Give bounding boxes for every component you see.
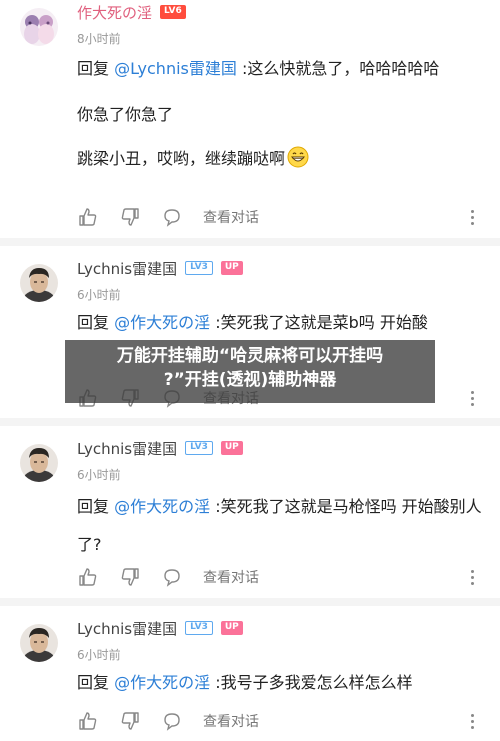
- divider: [0, 418, 500, 426]
- reply-text: :这么快就急了，哈哈哈哈哈: [236, 59, 440, 78]
- overlay-line-1: 万能开挂辅助“哈灵麻将可以开挂吗: [116, 346, 384, 366]
- reply-prefix: 回复: [77, 497, 115, 516]
- name-row: 作大死の淫 LV6: [77, 2, 186, 22]
- avatar-man[interactable]: [20, 444, 58, 482]
- mention-link[interactable]: @作大死の淫: [114, 673, 210, 692]
- username[interactable]: Lychnis雷建国: [77, 438, 177, 459]
- like-icon[interactable]: [77, 710, 99, 732]
- comment-text: 回复 @作大死の淫 :笑死我了这就是菜b吗 开始酸: [77, 308, 482, 338]
- dislike-icon[interactable]: [119, 710, 141, 732]
- timestamp: 8小时前: [77, 32, 121, 46]
- username[interactable]: Lychnis雷建国: [77, 618, 177, 639]
- name-row: Lychnis雷建国 LV3 UP: [77, 258, 243, 278]
- comment-text: 回复 @作大死の淫 :我号子多我爱怎么样怎么样: [77, 668, 482, 698]
- name-row: Lychnis雷建国 LV3 UP: [77, 438, 243, 458]
- divider: [0, 238, 500, 246]
- mention-link[interactable]: @作大死の淫: [114, 497, 210, 516]
- up-badge: UP: [220, 441, 243, 455]
- name-row: Lychnis雷建国 LV3 UP: [77, 618, 243, 638]
- action-bar: 查看对话: [77, 205, 482, 229]
- level-badge: LV3: [185, 621, 213, 635]
- more-icon[interactable]: [462, 711, 482, 731]
- up-badge: UP: [220, 621, 243, 635]
- reply-text: 你急了你急了: [77, 105, 174, 124]
- comment-4: Lychnis雷建国 LV3 UP 6小时前 回复 @作大死の淫 :我号子多我爱…: [0, 606, 500, 741]
- reply-icon[interactable]: [161, 710, 183, 732]
- avatar-man[interactable]: [20, 624, 58, 662]
- username[interactable]: 作大死の淫: [77, 2, 152, 23]
- overlay-banner: 万能开挂辅助“哈灵麻将可以开挂吗 ?”开挂(透视)辅助神器: [65, 340, 435, 403]
- avatar-anime[interactable]: [20, 8, 58, 46]
- dislike-icon[interactable]: [119, 206, 141, 228]
- level-badge: LV3: [185, 261, 213, 275]
- reply-text: 跳梁小丑，哎哟，继续蹦哒啊: [77, 149, 286, 168]
- avatar-man[interactable]: [20, 264, 58, 302]
- mention-link[interactable]: @作大死の淫: [114, 313, 210, 332]
- timestamp: 6小时前: [77, 468, 121, 482]
- view-conversation-link[interactable]: 查看对话: [203, 567, 259, 587]
- reply-text: :我号子多我爱怎么样怎么样: [210, 673, 413, 692]
- like-icon[interactable]: [77, 566, 99, 588]
- timestamp: 6小时前: [77, 288, 121, 302]
- timestamp: 6小时前: [77, 648, 121, 662]
- level-badge: LV6: [160, 5, 186, 19]
- dislike-icon[interactable]: [119, 566, 141, 588]
- view-conversation-link[interactable]: 查看对话: [203, 711, 259, 731]
- reply-prefix: 回复: [77, 673, 115, 692]
- grin-emoji-icon: [287, 146, 309, 178]
- overlay-line-2: ?”开挂(透视)辅助神器: [163, 370, 337, 390]
- comment-text: 回复 @Lychnis雷建国 :这么快就急了，哈哈哈哈哈 你急了你急了 跳梁小丑…: [77, 54, 482, 178]
- reply-icon[interactable]: [161, 566, 183, 588]
- like-icon[interactable]: [77, 206, 99, 228]
- reply-prefix: 回复: [77, 59, 115, 78]
- more-icon[interactable]: [462, 207, 482, 227]
- divider: [0, 598, 500, 606]
- action-bar: 查看对话: [77, 565, 482, 589]
- more-icon[interactable]: [462, 388, 482, 408]
- comment-3: Lychnis雷建国 LV3 UP 6小时前 回复 @作大死の淫 :笑死我了这就…: [0, 426, 500, 598]
- view-conversation-link[interactable]: 查看对话: [203, 207, 259, 227]
- action-bar: 查看对话: [77, 709, 482, 733]
- comment-1: 作大死の淫 LV6 8小时前 回复 @Lychnis雷建国 :这么快就急了，哈哈…: [0, 0, 500, 240]
- more-icon[interactable]: [462, 567, 482, 587]
- reply-prefix: 回复: [77, 313, 115, 332]
- mention-link[interactable]: @Lychnis雷建国: [114, 59, 237, 78]
- comment-text: 回复 @作大死の淫 :笑死我了这就是马枪怪吗 开始酸别人了?: [77, 488, 482, 564]
- reply-text: :笑死我了这就是菜b吗 开始酸: [210, 313, 428, 332]
- username[interactable]: Lychnis雷建国: [77, 258, 177, 279]
- up-badge: UP: [220, 261, 243, 275]
- reply-icon[interactable]: [161, 206, 183, 228]
- level-badge: LV3: [185, 441, 213, 455]
